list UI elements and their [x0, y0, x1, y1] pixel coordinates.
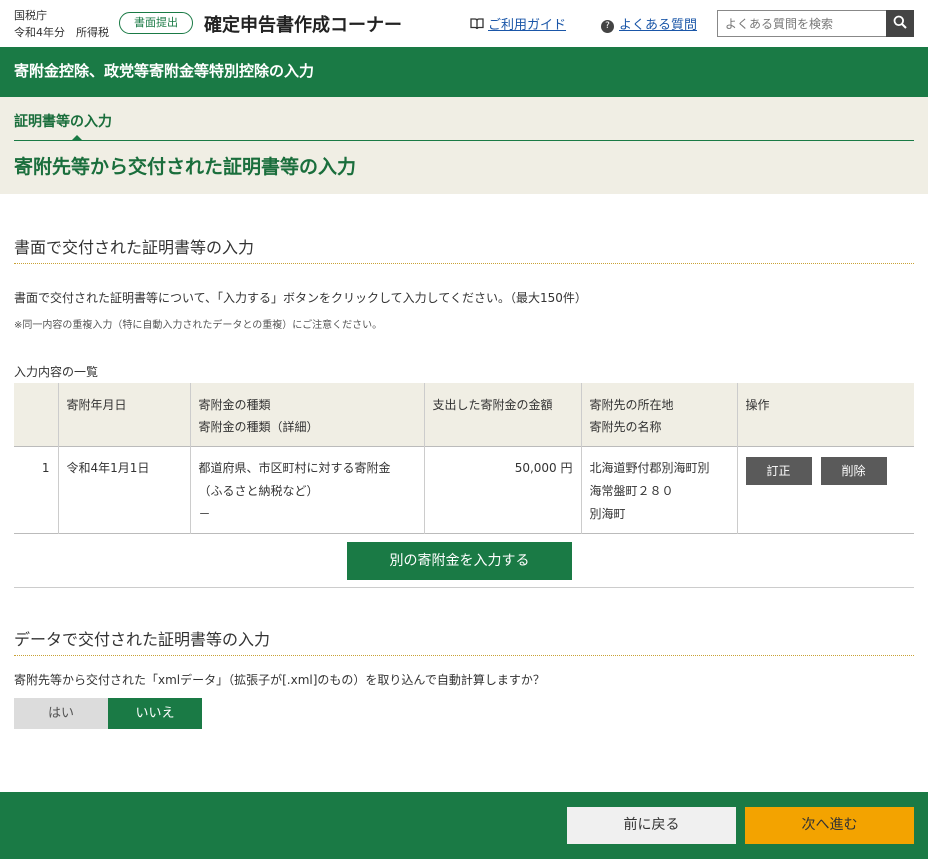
table-header-row: 寄附年月日 寄附金の種類 寄附金の種類（詳細） 支出した寄附金の金額 寄附先の所…	[14, 383, 914, 446]
row-ops: 訂正 削除	[736, 446, 914, 533]
row-amount: 50,000 円	[423, 446, 581, 533]
agency-name: 国税庁	[14, 9, 47, 22]
xml-import-question: 寄附先等から交付された「xmlデータ」（拡張子が[.xml]のもの）を取り込んで…	[14, 673, 545, 687]
col-type-label: 寄附金の種類	[198, 398, 271, 412]
row-date: 令和4年1月1日	[57, 446, 190, 533]
paper-section-heading: 書面で交付された証明書等の入力	[14, 238, 255, 257]
row-type: 都道府県、市区町村に対する寄附金 （ふるさと納税など） －	[189, 446, 424, 533]
col-date: 寄附年月日	[57, 383, 190, 446]
list-caption: 入力内容の一覧	[14, 365, 99, 379]
user-guide-link[interactable]: ご利用ガイド	[470, 14, 566, 33]
row-recipient: 北海道野付郡別海町別 海常盤町２８０ 別海町	[580, 446, 737, 533]
paper-section-divider	[14, 263, 914, 264]
section-separator	[14, 587, 914, 588]
duplicate-note: ※同一内容の重複入力（特に自動入力されたデータとの重複）にご注意ください。	[14, 320, 383, 331]
current-step-label: 証明書等の入力	[14, 114, 112, 130]
donation-table: 寄附年月日 寄附金の種類 寄附金の種類（詳細） 支出した寄附金の金額 寄附先の所…	[14, 383, 914, 534]
edit-button[interactable]: 訂正	[745, 456, 812, 485]
book-icon	[470, 18, 484, 30]
question-icon: ?	[601, 20, 614, 33]
tax-year: 令和4年分 所得税	[14, 26, 109, 39]
col-address-label: 寄附先の所在地	[589, 398, 674, 412]
corner-title: 確定申告書作成コーナー	[204, 15, 402, 36]
faq-link[interactable]: ? よくある質問	[601, 14, 697, 33]
col-type: 寄附金の種類 寄附金の種類（詳細）	[189, 383, 424, 446]
col-type-detail-label: 寄附金の種類（詳細）	[198, 420, 319, 434]
section-band-title: 寄附金控除、政党等寄附金等特別控除の入力	[0, 47, 928, 97]
faq-label[interactable]: よくある質問	[619, 18, 697, 33]
page-title: 寄附先等から交付された証明書等の入力	[14, 156, 357, 178]
site-header: 国税庁 令和4年分 所得税 書面提出 確定申告書作成コーナー ご利用ガイド ? よ…	[0, 0, 928, 47]
row-type-main: 都道府県、市区町村に対する寄附金	[198, 460, 391, 475]
row-recipient-name: 別海町	[589, 506, 626, 521]
data-section-divider	[14, 655, 914, 656]
col-name-label: 寄附先の名称	[589, 420, 662, 434]
delete-button[interactable]: 削除	[820, 456, 887, 485]
search-icon	[893, 15, 907, 29]
yes-option[interactable]: はい	[14, 698, 108, 729]
row-address-line1: 北海道野付郡別海町別	[589, 460, 710, 475]
agency-info: 国税庁 令和4年分 所得税	[14, 7, 109, 41]
row-address-line2: 海常盤町２８０	[589, 483, 674, 498]
row-type-detail: －	[198, 506, 211, 521]
col-ops: 操作	[736, 383, 914, 446]
back-button[interactable]: 前に戻る	[567, 807, 736, 844]
step-header: 証明書等の入力 寄附先等から交付された証明書等の入力	[0, 97, 928, 194]
col-amount: 支出した寄附金の金額	[423, 383, 581, 446]
table-row: 1 令和4年1月1日 都道府県、市区町村に対する寄附金 （ふるさと納税など） －…	[14, 446, 914, 533]
search-button[interactable]	[886, 10, 914, 37]
col-recipient: 寄附先の所在地 寄附先の名称	[580, 383, 737, 446]
paper-instruction: 書面で交付された証明書等について、「入力する」ボタンをクリックして入力してくださ…	[14, 291, 587, 305]
paper-submission-badge: 書面提出	[119, 12, 193, 34]
row-type-sub: （ふるさと納税など）	[198, 483, 319, 498]
add-donation-button[interactable]: 別の寄附金を入力する	[347, 542, 572, 580]
row-number: 1	[41, 460, 50, 475]
data-section-heading: データで交付された証明書等の入力	[14, 630, 271, 649]
col-no	[14, 383, 58, 446]
no-option-selected[interactable]: いいえ	[108, 698, 202, 729]
step-divider	[14, 140, 914, 141]
user-guide-label[interactable]: ご利用ガイド	[488, 18, 566, 33]
footer-bar: 前に戻る 次へ進む	[0, 792, 928, 859]
faq-search-input[interactable]	[717, 10, 886, 37]
next-button[interactable]: 次へ進む	[745, 807, 914, 844]
